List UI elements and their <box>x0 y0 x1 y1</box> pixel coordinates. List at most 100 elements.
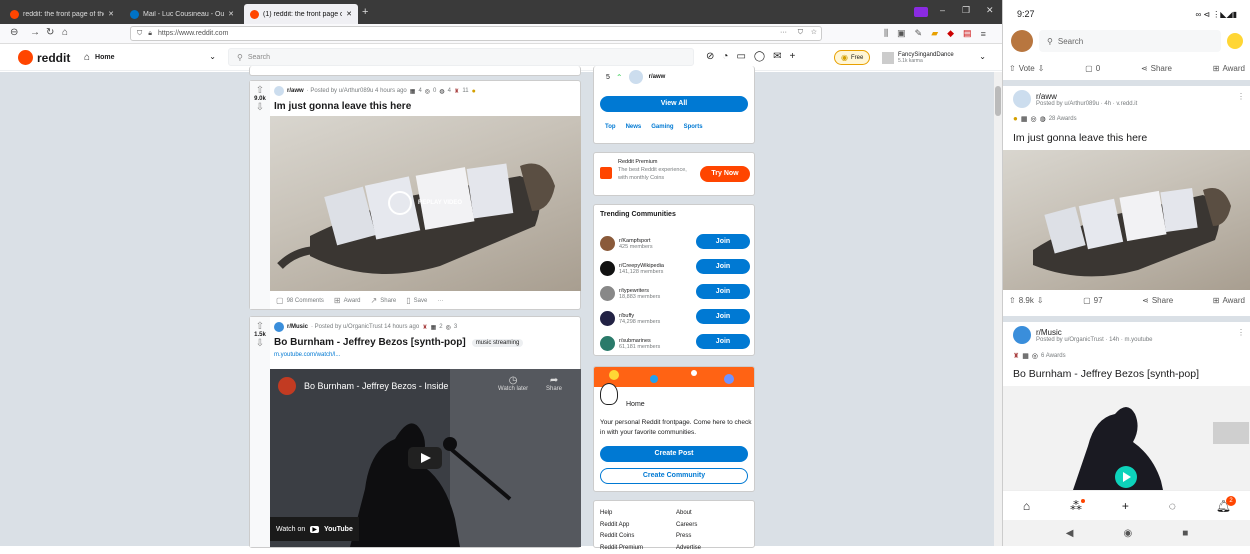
community-row[interactable]: r/Kampfsport425 members Join <box>600 231 750 256</box>
footer-link[interactable]: Careers <box>676 520 701 532</box>
chat-icon[interactable]: ◌ <box>1169 499 1176 513</box>
footer-link[interactable]: Advertise <box>676 543 701 554</box>
footer-link[interactable]: Help <box>600 508 643 520</box>
community-name[interactable]: r/CreepyWikipedia <box>619 263 664 269</box>
minimize-button[interactable]: – <box>940 5 945 15</box>
notifications-icon[interactable]: ✉ <box>773 51 781 62</box>
new-tab-button[interactable]: + <box>362 6 368 18</box>
award-button[interactable]: ⊞Award <box>334 296 361 305</box>
close-icon[interactable]: ✕ <box>108 10 114 18</box>
reader-icon[interactable]: ▣ <box>897 28 906 39</box>
view-all-button[interactable]: View All <box>600 96 748 112</box>
downvote-icon[interactable]: ⇩ <box>250 338 270 349</box>
create-post-button[interactable]: Create Post <box>600 446 748 462</box>
close-icon[interactable]: ✕ <box>346 10 352 18</box>
reddit-logo[interactable]: reddit <box>18 50 70 65</box>
avatar[interactable] <box>1011 30 1033 52</box>
filter-top[interactable]: Top <box>602 122 619 132</box>
post-title[interactable]: Bo Burnham - Jeffrey Bezos [synth-pop] <box>274 337 466 348</box>
scrollbar[interactable] <box>994 72 1002 546</box>
vote-control[interactable]: ⇧Vote⇩ <box>1009 64 1044 73</box>
mobile-post-card[interactable]: r/aww Posted by u/Arthur089u · 4h · v.re… <box>1003 86 1250 314</box>
extension-icon[interactable]: ▤ <box>963 28 972 39</box>
upvote-icon[interactable]: ⇧ <box>250 321 270 332</box>
close-window-button[interactable]: ✕ <box>986 5 994 16</box>
search-input[interactable]: ⚲ Search <box>1039 30 1221 52</box>
subreddit-link[interactable]: r/Music <box>287 324 308 330</box>
create-community-button[interactable]: Create Community <box>600 468 748 484</box>
tab-outlook[interactable]: Mail - Luc Cousineau - Outlook ✕ <box>124 4 240 24</box>
more-options-button[interactable]: ··· <box>437 298 443 304</box>
video-title[interactable]: Bo Burnham - Jeffrey Bezos - Inside <box>304 381 448 391</box>
menu-icon[interactable]: ≡ <box>981 29 986 39</box>
coins-icon[interactable]: ◔ <box>722 51 728 62</box>
join-button[interactable]: Join <box>696 284 750 299</box>
chat-icon[interactable]: ◯ <box>754 51 765 62</box>
share-video-button[interactable]: ➦ Share <box>546 375 562 392</box>
video-icon[interactable]: ▭ <box>736 51 745 62</box>
home-icon[interactable]: ⌂ <box>62 27 68 38</box>
popular-icon[interactable]: ⊘ <box>706 51 714 62</box>
search-input[interactable]: ⚲ Search <box>228 48 694 66</box>
comments-button[interactable]: ▢97 <box>1083 296 1102 305</box>
watch-on-youtube[interactable]: Watch on ▶ YouTube <box>270 517 359 541</box>
community-row[interactable]: r/submarines61,181 members Join <box>600 331 750 356</box>
subreddit-link[interactable]: r/aww <box>287 88 304 94</box>
watch-later-button[interactable]: ◷ Watch later <box>498 375 528 392</box>
scrollbar-thumb[interactable] <box>995 86 1001 116</box>
home-dropdown[interactable]: ⌂ Home ⌄ <box>84 52 216 63</box>
video-thumbnail[interactable] <box>1003 386 1250 490</box>
post-link[interactable]: m.youtube.com/watch/l... <box>274 352 340 358</box>
reload-icon[interactable]: ↻ <box>46 27 54 38</box>
back-triangle-icon[interactable]: ◀ <box>1066 528 1074 539</box>
play-button[interactable] <box>1115 466 1137 488</box>
tab-reddit-1[interactable]: reddit: the front page of the in ✕ <box>4 4 120 24</box>
recents-square-icon[interactable]: ■ <box>1182 528 1188 539</box>
user-menu[interactable]: FancySingandDance 5.1k karma ⌄ <box>882 48 986 68</box>
award-button[interactable]: ⊞Award <box>1213 296 1245 305</box>
share-button[interactable]: ⋖Share <box>1142 296 1173 305</box>
create-post-icon[interactable]: + <box>789 51 795 62</box>
share-button[interactable]: ⋖Share <box>1141 64 1172 73</box>
back-icon[interactable]: ⊖ <box>10 27 18 38</box>
free-button[interactable]: ◉ Free <box>834 50 870 65</box>
downvote-icon[interactable]: ⇩ <box>250 102 270 113</box>
comments-button[interactable]: ▢98 Comments <box>276 296 324 305</box>
video-player[interactable]: REPLAY VIDEO <box>270 116 581 291</box>
library-icon[interactable]: ⫼ <box>884 28 888 39</box>
subreddit-link[interactable]: r/Music <box>1036 328 1153 337</box>
join-button[interactable]: Join <box>696 334 750 349</box>
coin-free-icon[interactable] <box>1227 33 1243 49</box>
join-button[interactable]: Join <box>696 309 750 324</box>
mobile-post-card[interactable]: r/Music Posted by u/OrganicTrust · 14h ·… <box>1003 322 1250 490</box>
filter-news[interactable]: News <box>623 122 645 132</box>
replay-label[interactable]: REPLAY VIDEO <box>418 200 462 206</box>
post-card[interactable]: ⇧ 9.0k ⇩ r/aww · Posted by u/Arthur089u … <box>249 80 581 310</box>
community-row[interactable]: r/CreepyWikipedia141,128 members Join <box>600 256 750 281</box>
pocket-icon[interactable]: ⛉ <box>798 29 803 37</box>
join-button[interactable]: Join <box>696 259 750 274</box>
maximize-button[interactable]: ❐ <box>962 5 970 16</box>
post-title[interactable]: Im just gonna leave this here <box>1013 132 1147 144</box>
forward-icon[interactable]: → <box>30 27 40 38</box>
youtube-embed[interactable]: Bo Burnham - Jeffrey Bezos - Inside ◷ Wa… <box>270 369 581 547</box>
extension-icon[interactable]: ▰ <box>931 28 938 39</box>
post-title[interactable]: Bo Burnham - Jeffrey Bezos [synth-pop] <box>1013 368 1199 380</box>
post-flair[interactable]: music streaming <box>472 339 524 347</box>
footer-link[interactable]: Reddit Coins <box>600 531 643 543</box>
replay-icon[interactable] <box>388 191 412 215</box>
upvote-icon[interactable]: ⇧ <box>250 85 270 96</box>
home-circle-icon[interactable]: ◉ <box>1123 528 1132 539</box>
video-thumbnail[interactable] <box>1003 150 1250 290</box>
comments-button[interactable]: ▢0 <box>1085 64 1100 73</box>
footer-link[interactable]: Press <box>676 531 701 543</box>
notifications-icon[interactable]: 🔔︎2 <box>1216 499 1231 513</box>
more-options-icon[interactable]: ⋮ <box>1237 92 1245 101</box>
extension-icon[interactable]: ✎ <box>915 28 923 39</box>
extension-icon[interactable]: ◆ <box>947 28 954 39</box>
footer-link[interactable]: Reddit App <box>600 520 643 532</box>
close-icon[interactable]: ✕ <box>228 10 234 18</box>
try-now-button[interactable]: Try Now <box>700 166 750 182</box>
join-button[interactable]: Join <box>696 234 750 249</box>
footer-link[interactable]: Reddit Premium <box>600 543 643 554</box>
